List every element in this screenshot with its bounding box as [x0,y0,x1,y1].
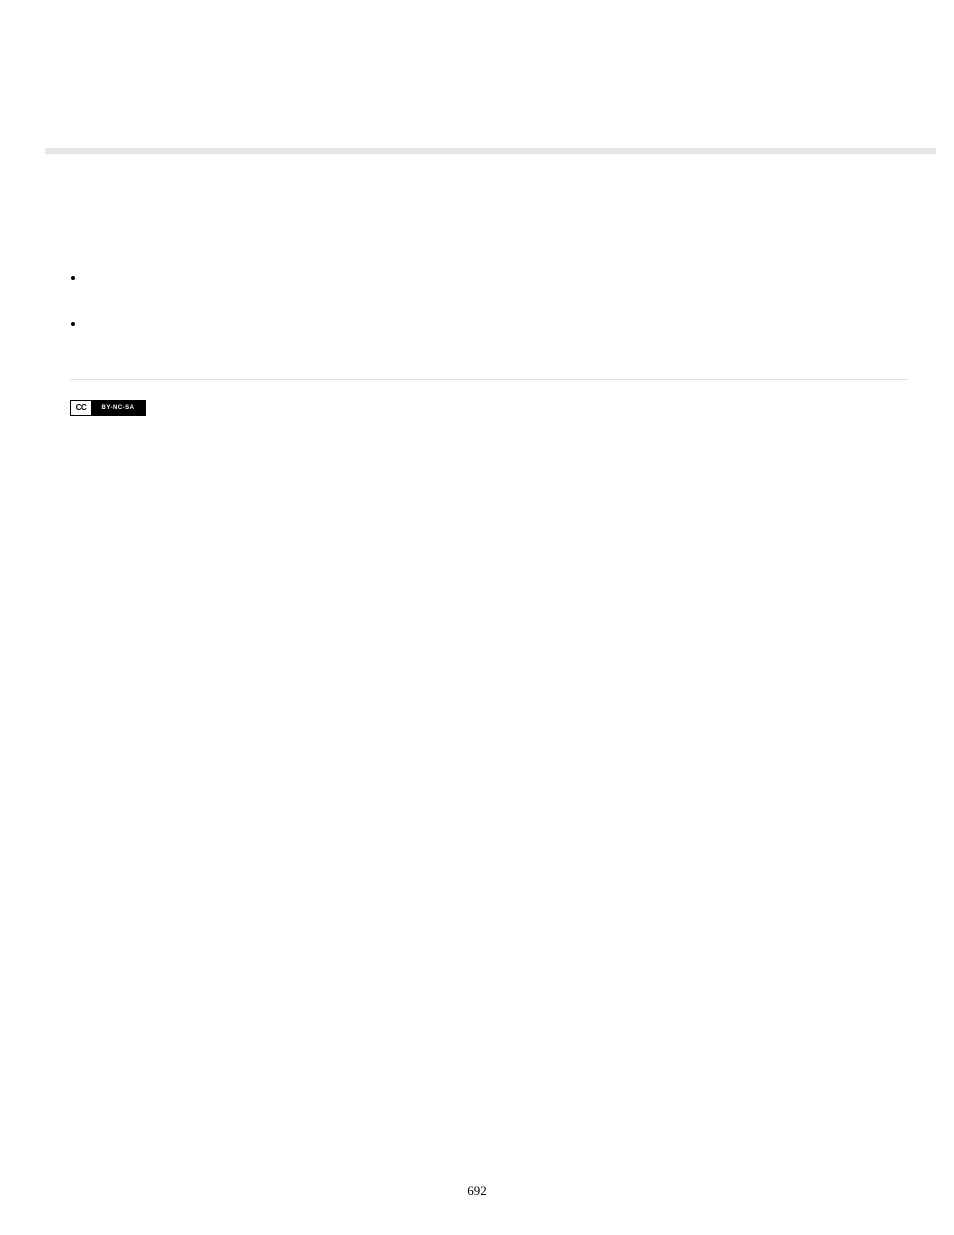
page-number: 692 [0,1183,954,1199]
cc-icon: CC [71,401,91,415]
cc-license-text: BY-NC-SA [101,405,134,411]
page-content: CC BY-NC-SA [70,270,908,416]
list-item [86,316,908,332]
cc-icon-label: CC [76,404,87,412]
cc-license-terms: BY-NC-SA [91,401,145,415]
list-item [86,270,908,286]
cc-license-badge: CC BY-NC-SA [70,400,146,416]
header-rule [45,148,936,154]
bullet-list [70,270,908,331]
section-divider [70,379,908,380]
